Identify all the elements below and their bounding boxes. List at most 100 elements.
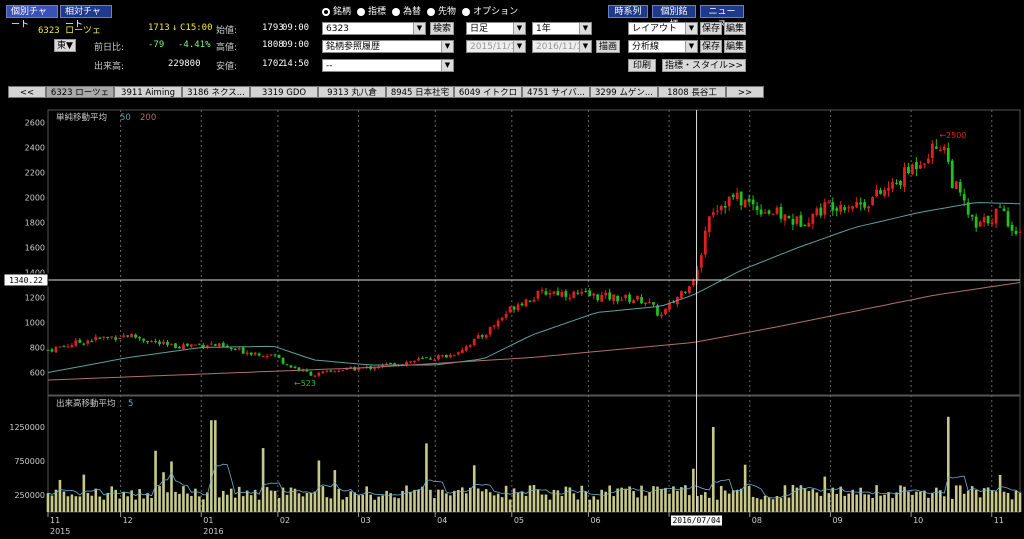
volume-bar bbox=[966, 490, 970, 512]
exchange-select[interactable]: 東▼ bbox=[54, 39, 76, 52]
volume-bar bbox=[468, 487, 472, 512]
volume-bar bbox=[723, 490, 727, 512]
save-analysis-button[interactable]: 保存 bbox=[700, 40, 722, 53]
candle-body bbox=[440, 355, 444, 357]
chevron-down-icon[interactable]: ▼ bbox=[513, 23, 525, 34]
layout-select[interactable]: レイアウト ▼ bbox=[628, 22, 698, 35]
volume-bar bbox=[688, 495, 691, 512]
volume-bar bbox=[819, 495, 823, 512]
volume-bar bbox=[532, 484, 536, 512]
candle-body bbox=[592, 293, 596, 296]
volume-label: 出来高: bbox=[94, 62, 125, 72]
candle-body bbox=[134, 334, 138, 338]
third-select[interactable]: -- ▼ bbox=[322, 59, 454, 72]
date-from[interactable]: 2015/11/12 ▼ bbox=[466, 40, 526, 53]
candle-body bbox=[632, 300, 635, 304]
volume-bar bbox=[859, 487, 862, 512]
stock-tab-0[interactable]: << bbox=[8, 86, 46, 98]
radio-3[interactable]: 先物 bbox=[427, 4, 456, 17]
stock-tab-1[interactable]: 6323 ローツェ bbox=[46, 86, 114, 98]
chevron-down-icon[interactable]: ▼ bbox=[579, 23, 591, 34]
candle-body bbox=[237, 348, 241, 350]
volume-bar bbox=[927, 497, 930, 512]
volume-bar bbox=[931, 493, 934, 512]
edit-analysis-button[interactable]: 編集 bbox=[724, 40, 746, 53]
chevron-down-icon[interactable]: ▼ bbox=[513, 41, 525, 52]
print-button[interactable]: 印刷 bbox=[628, 59, 656, 72]
x-tick-label: 06 bbox=[590, 516, 600, 525]
stock-tab-9[interactable]: 3299 ムゲン... bbox=[590, 86, 658, 98]
candle-body bbox=[373, 368, 377, 370]
volume-bar bbox=[883, 494, 886, 512]
volume-bar bbox=[206, 492, 209, 512]
radio-2[interactable]: 為替 bbox=[392, 4, 421, 17]
volume-bar bbox=[210, 420, 213, 512]
vol-tick-label: 750000 bbox=[14, 457, 45, 466]
volume-bar bbox=[1014, 490, 1018, 512]
candle-body bbox=[588, 290, 592, 297]
volume-bar bbox=[202, 499, 205, 512]
open-label: 始値: bbox=[216, 26, 238, 36]
chevron-down-icon[interactable]: ▼ bbox=[441, 41, 453, 52]
stock-tab-8[interactable]: 4751 サイバ... bbox=[522, 86, 590, 98]
analysis-select[interactable]: 分析線 ▼ bbox=[628, 40, 698, 53]
draw-button[interactable]: 描画 bbox=[596, 40, 620, 53]
stock-tab-4[interactable]: 3319 GDO bbox=[250, 86, 318, 98]
search-button[interactable]: 検索 bbox=[430, 22, 454, 35]
indicator-style-button[interactable]: 指標・スタイル>> bbox=[662, 59, 746, 72]
range-select[interactable]: 1年 ▼ bbox=[532, 22, 592, 35]
volume-bar bbox=[719, 485, 723, 512]
news-button[interactable]: ニュース bbox=[700, 5, 744, 30]
chevron-down-icon[interactable]: ▼ bbox=[685, 23, 697, 34]
stock-tab-2[interactable]: 3911 Aiming bbox=[114, 86, 182, 98]
stock-tab-7[interactable]: 6049 イトクロ bbox=[454, 86, 522, 98]
candle-body bbox=[974, 216, 978, 228]
stock-tab-6[interactable]: 8945 日本社宅 bbox=[386, 86, 454, 98]
edit-layout-button[interactable]: 編集 bbox=[724, 22, 746, 35]
stock-tab-11[interactable]: >> bbox=[726, 86, 764, 98]
radio-4[interactable]: オプション bbox=[462, 4, 518, 17]
candle-body bbox=[855, 202, 859, 208]
volume-bar bbox=[899, 485, 902, 512]
candle-body bbox=[146, 341, 149, 343]
candle-body bbox=[170, 343, 173, 345]
stock-tab-10[interactable]: 1808 長谷工 bbox=[658, 86, 726, 98]
radio-1[interactable]: 指標 bbox=[357, 4, 386, 17]
stock-tab-3[interactable]: 3186 ネクス... bbox=[182, 86, 250, 98]
candle-body bbox=[190, 344, 193, 347]
save-layout-button[interactable]: 保存 bbox=[700, 22, 722, 35]
volume-bar bbox=[919, 491, 922, 512]
individual-stock-button[interactable]: 個別銘柄 bbox=[652, 5, 696, 30]
x-year-label: 2016 bbox=[203, 527, 223, 536]
radio-0[interactable]: 銘柄 bbox=[322, 4, 351, 17]
volume-bar bbox=[341, 499, 345, 512]
candle-body bbox=[429, 358, 432, 360]
tab-relative-chart[interactable]: 相対チャート bbox=[60, 5, 112, 30]
stock-tab-5[interactable]: 9313 丸八倉 bbox=[318, 86, 386, 98]
chevron-down-icon[interactable]: ▼ bbox=[413, 23, 425, 34]
candle-body bbox=[640, 297, 643, 304]
candle-body bbox=[783, 214, 787, 221]
period-select[interactable]: 日足 ▼ bbox=[466, 22, 526, 35]
symbol-input[interactable]: 6323 ▼ bbox=[322, 22, 426, 35]
candle-body bbox=[919, 165, 922, 169]
history-select[interactable]: 銘柄参照履歴 ▼ bbox=[322, 40, 454, 53]
chevron-down-icon[interactable]: ▼ bbox=[441, 60, 453, 71]
volume-bar bbox=[174, 491, 177, 512]
chevron-down-icon[interactable]: ▼ bbox=[685, 41, 697, 52]
chevron-down-icon[interactable]: ▼ bbox=[579, 41, 591, 52]
timeseries-button[interactable]: 時系列 bbox=[608, 5, 648, 18]
x-tick-label: 11 bbox=[994, 516, 1004, 525]
volume-bar bbox=[648, 492, 651, 512]
volume-bar bbox=[409, 491, 412, 512]
volume-bar bbox=[779, 498, 783, 512]
candle-body bbox=[425, 357, 428, 359]
candle-body bbox=[98, 337, 102, 339]
volume-bar bbox=[711, 427, 715, 512]
volume-bar bbox=[190, 496, 193, 512]
date-to[interactable]: 2016/11/12 ▼ bbox=[532, 40, 592, 53]
volume-bar bbox=[939, 490, 942, 512]
tab-individual-chart[interactable]: 個別チャート bbox=[6, 5, 58, 30]
volume-bar bbox=[389, 493, 392, 512]
candle-body bbox=[807, 222, 811, 227]
